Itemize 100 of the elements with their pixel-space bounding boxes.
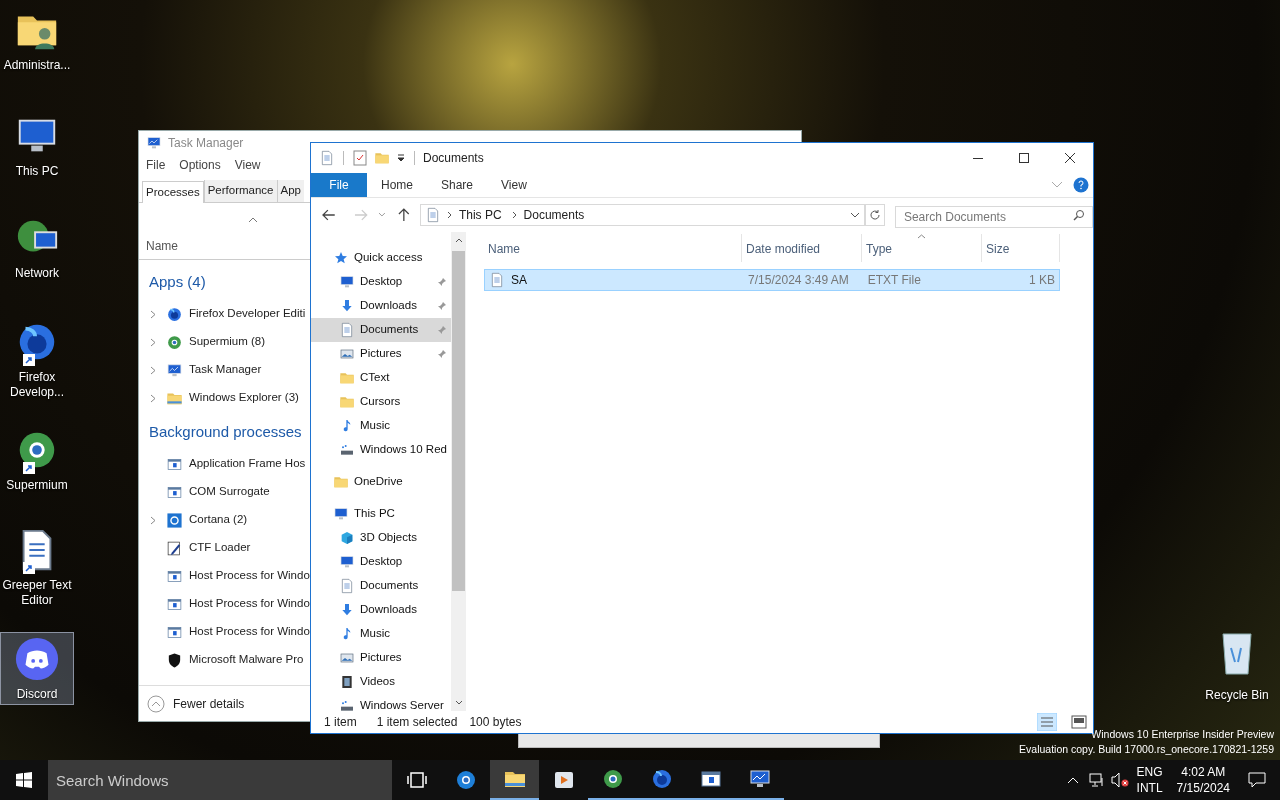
network-icon[interactable]: [1088, 772, 1105, 788]
column-header[interactable]: Name: [484, 234, 742, 262]
navigation-item[interactable]: Documents: [311, 574, 451, 598]
navigation-item[interactable]: Documents: [311, 318, 451, 342]
tab[interactable]: Performance: [203, 180, 277, 202]
maximize-icon: [1019, 153, 1029, 163]
expand-chevron-icon[interactable]: [149, 515, 156, 525]
column-header[interactable]: Size: [982, 234, 1060, 262]
folder-icon: [339, 394, 355, 410]
process-name[interactable]: CTF Loader: [189, 539, 251, 557]
menu-item[interactable]: File: [146, 156, 166, 174]
desktop-shortcut[interactable]: Recycle Bin: [1202, 630, 1272, 704]
expand-chevron-icon[interactable]: [149, 365, 156, 375]
navigation-item[interactable]: Windows 10 Red: [311, 438, 451, 462]
menu-item[interactable]: View: [234, 156, 261, 174]
navigation-item[interactable]: OneDrive: [311, 470, 451, 494]
monitor-chart-icon: [146, 135, 162, 151]
navigation-item[interactable]: Cursors: [311, 390, 451, 414]
process-name[interactable]: Supermium (8): [189, 333, 266, 351]
desktop-shortcut[interactable]: Administra...: [0, 4, 74, 75]
search-box[interactable]: Search Windows: [48, 760, 392, 800]
process-name[interactable]: Firefox Developer Editi: [189, 305, 306, 323]
desktop-shortcut[interactable]: This PC: [0, 110, 74, 181]
expand-chevron-icon[interactable]: [149, 309, 156, 319]
input-language-text[interactable]: ENG: [1136, 764, 1163, 780]
desktop-shortcut[interactable]: Discord: [0, 632, 74, 705]
process-name[interactable]: Host Process for Windo: [189, 567, 310, 585]
navigation-item[interactable]: Windows Server: [311, 694, 451, 711]
desktop-icon-label: This PC: [15, 164, 59, 179]
file-name: SA: [511, 272, 527, 289]
breadcrumb-chevron-icon[interactable]: [446, 211, 453, 219]
column-header[interactable]: Name: [139, 237, 311, 255]
column-header[interactable]: Type: [862, 234, 982, 262]
help-icon[interactable]: [1073, 177, 1089, 193]
process-name[interactable]: COM Surrogate: [189, 483, 270, 501]
navigation-item[interactable]: 3D Objects: [311, 526, 451, 550]
search-field[interactable]: Search Documents: [894, 206, 1093, 228]
date-modified-text: 7/15/2024 3:49 AM: [747, 272, 850, 289]
recent-locations-chevron-icon[interactable]: [378, 212, 387, 218]
column-header[interactable]: Date modified: [742, 234, 862, 262]
desktop-shortcut[interactable]: Greeper Text Editor: [0, 524, 74, 610]
dropdown-chevron-icon[interactable]: [850, 212, 861, 218]
navigation-item[interactable]: Downloads: [311, 598, 451, 622]
desktop-icon-label: Firefox Develop...: [9, 370, 65, 400]
desktop-icon-label: Recycle Bin: [1205, 687, 1269, 704]
navigation-item[interactable]: Desktop: [311, 550, 451, 574]
navigation-item[interactable]: Desktop: [311, 270, 451, 294]
breadcrumb-chevron-icon[interactable]: [511, 211, 518, 219]
muted-speaker-icon[interactable]: [1110, 772, 1129, 788]
process-name[interactable]: Application Frame Hos: [189, 455, 306, 473]
notifications-icon[interactable]: [1248, 772, 1266, 788]
tab[interactable]: Processes: [142, 181, 204, 203]
breadcrumb-link[interactable]: This PC: [458, 206, 502, 224]
address-bar[interactable]: This PC Documents: [419, 204, 866, 226]
navigation-item[interactable]: Pictures: [311, 342, 451, 366]
navigation-item[interactable]: CText: [311, 366, 451, 390]
picture-icon: [339, 346, 355, 362]
desktop-icon-label: Administra...: [3, 58, 71, 73]
breadcrumb-link[interactable]: Documents: [523, 206, 585, 224]
navigation-item[interactable]: Music: [311, 414, 451, 438]
document-icon: [489, 272, 505, 288]
show-hidden-icons-chevron-icon[interactable]: [1066, 776, 1079, 784]
taskbar-app-button[interactable]: [490, 760, 539, 800]
properties-check-icon[interactable]: [352, 150, 368, 166]
dropdown-caret-icon[interactable]: [396, 153, 406, 163]
process-name[interactable]: Cortana (2): [189, 511, 248, 529]
expand-chevron-icon[interactable]: [149, 393, 156, 403]
up-arrow-icon[interactable]: [396, 207, 412, 223]
process-name[interactable]: Task Manager: [189, 361, 262, 379]
navigation-item[interactable]: Videos: [311, 670, 451, 694]
fewer-details-link[interactable]: Fewer details: [173, 694, 245, 713]
expand-chevron-icon[interactable]: [149, 337, 156, 347]
large-icons-view-icon[interactable]: [1071, 715, 1087, 729]
refresh-button[interactable]: [865, 204, 885, 226]
navigation-item[interactable]: Pictures: [311, 646, 451, 670]
tab[interactable]: App: [276, 180, 304, 202]
menu-item[interactable]: Options: [179, 156, 221, 174]
navigation-item[interactable]: Music: [311, 622, 451, 646]
process-name[interactable]: Windows Explorer (3): [189, 389, 299, 407]
scrollbar[interactable]: [451, 232, 466, 711]
desktop-shortcut[interactable]: Supermium: [0, 424, 74, 495]
file-menu-tab[interactable]: File: [311, 173, 367, 197]
file-row[interactable]: SA 7/15/2024 3:49 AM ETXT File 1 KB: [484, 269, 1060, 291]
process-name[interactable]: Host Process for Windo: [189, 595, 310, 613]
clock-date[interactable]: 7/15/2024: [1176, 780, 1230, 796]
collapse-chevron-icon[interactable]: [147, 694, 165, 713]
navigation-item[interactable]: Downloads: [311, 294, 451, 318]
clock-time[interactable]: 4:02 AM: [1181, 764, 1226, 780]
ribbon-tab[interactable]: Share: [427, 173, 488, 197]
input-language-text[interactable]: INTL: [1136, 780, 1163, 796]
desktop-shortcut[interactable]: Network: [0, 212, 74, 283]
back-arrow-icon[interactable]: [321, 207, 337, 223]
ribbon-tab[interactable]: Home: [367, 173, 427, 197]
navigation-item[interactable]: This PC: [311, 502, 451, 526]
process-name[interactable]: Host Process for Windo: [189, 623, 310, 641]
ribbon-tab[interactable]: View: [487, 173, 541, 197]
drive-icon: [339, 442, 355, 458]
desktop-shortcut[interactable]: Firefox Develop...: [0, 316, 74, 402]
navigation-item[interactable]: Quick access: [311, 246, 451, 270]
process-name[interactable]: Microsoft Malware Pro: [189, 651, 304, 669]
